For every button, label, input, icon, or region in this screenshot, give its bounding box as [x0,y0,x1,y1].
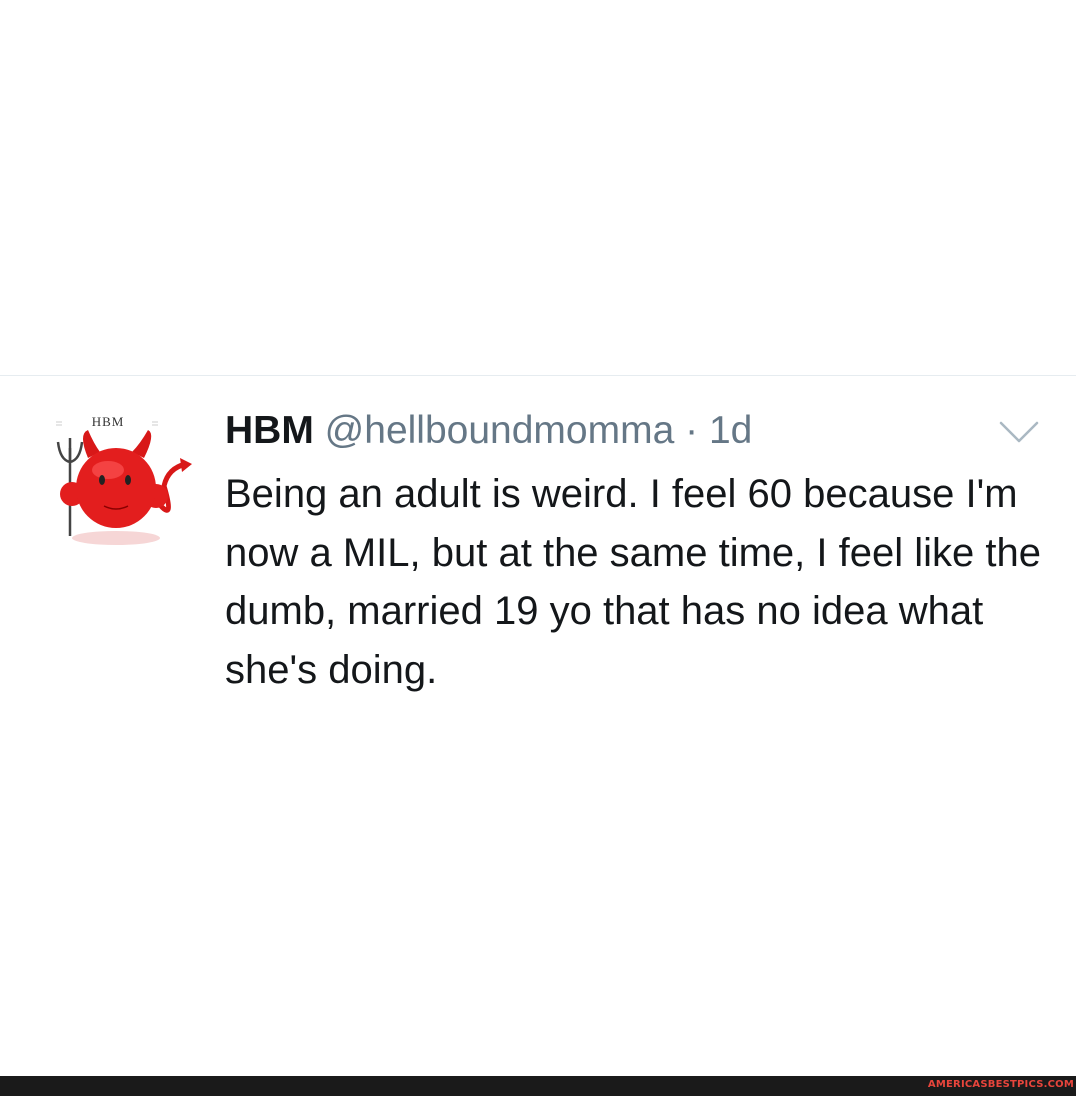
avatar[interactable]: HBM [48,408,198,558]
tweet: HBM @hellboundmomma · 1d Being an adult … [225,405,1045,699]
tweet-menu-button[interactable] [995,415,1043,445]
devil-avatar-icon [56,421,192,545]
watermark: AMERICASBESTPICS.COM [927,1079,1074,1090]
separator-dot: · [685,409,699,452]
tweet-header: HBM @hellboundmomma · 1d [225,405,1045,457]
top-divider [0,375,1076,376]
footer-bar: AMERICASBESTPICS.COM [0,1076,1076,1096]
user-handle[interactable]: @hellboundmomma [325,409,675,452]
display-name[interactable]: HBM [225,409,314,452]
tweet-text: Being an adult is weird. I feel 60 becau… [225,472,1041,692]
chevron-down-icon [999,421,1039,443]
timestamp[interactable]: 1d [709,409,752,452]
